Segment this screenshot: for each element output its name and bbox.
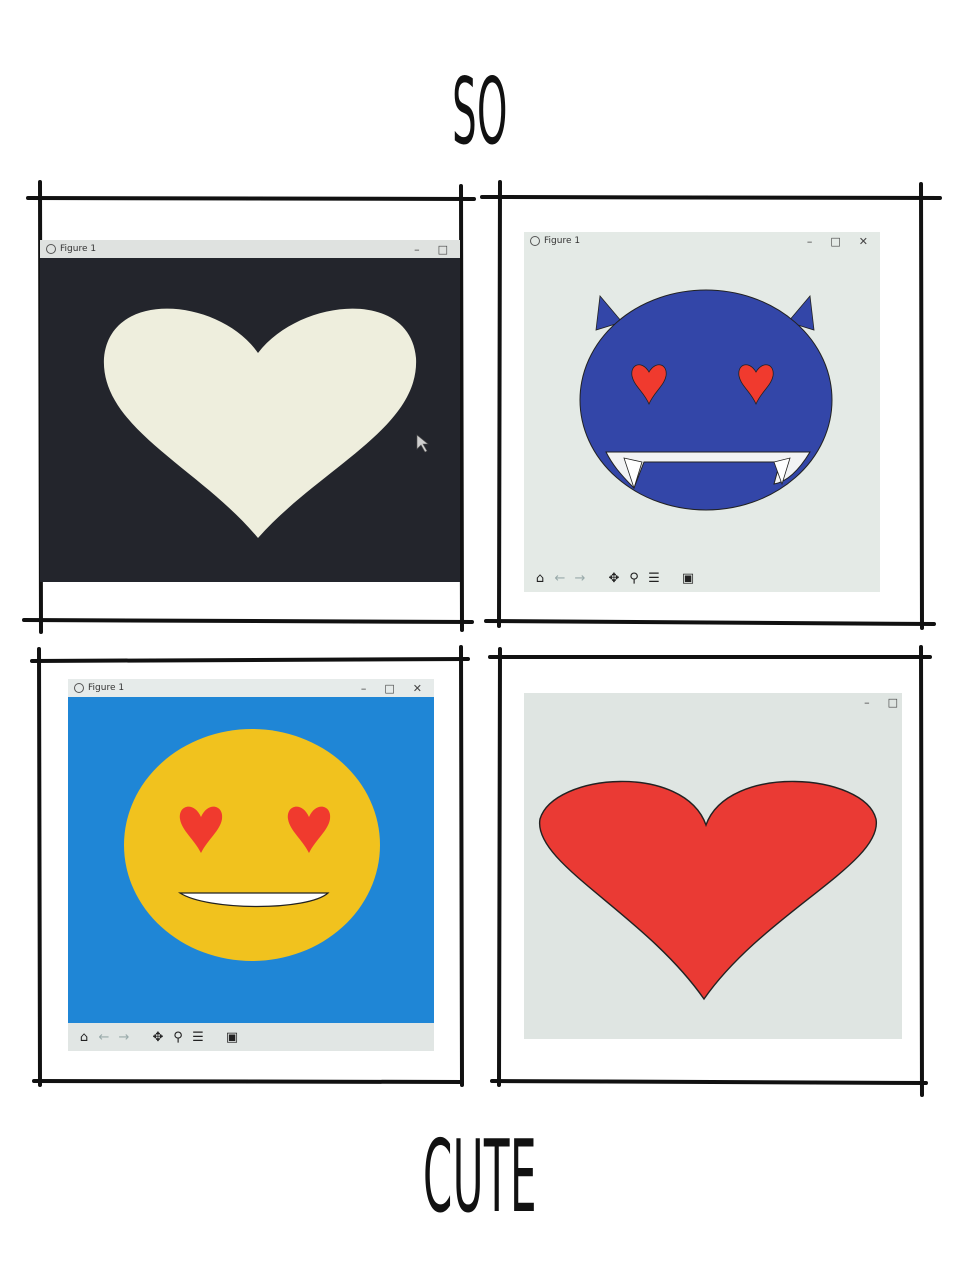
heart-eyes-emoji-drawing bbox=[124, 729, 380, 961]
window-titlebar: Figure 1 – □ bbox=[40, 240, 460, 258]
devil-face bbox=[579, 289, 833, 511]
window-titlebar: Figure 1 – □ ✕ bbox=[524, 232, 880, 250]
red-heart-shape bbox=[539, 780, 877, 1001]
figure-toolbar: ⌂ ← → ✥ ⚲ ☰ ▣ bbox=[524, 564, 880, 592]
headline-bottom: CUTE bbox=[423, 1118, 537, 1235]
window-titlebar: Figure 1 – □ ✕ bbox=[68, 679, 434, 697]
zoom-icon[interactable]: ⚲ bbox=[170, 1029, 186, 1045]
minimize-button[interactable]: – bbox=[807, 235, 813, 248]
close-button[interactable]: ✕ bbox=[413, 682, 422, 695]
maximize-button[interactable]: □ bbox=[830, 235, 840, 248]
home-icon[interactable]: ⌂ bbox=[532, 570, 548, 586]
white-heart-drawing bbox=[103, 308, 429, 538]
photo-frame-heart-eyes-emoji: Figure 1 – □ ✕ ⌂ ← → ✥ ⚲ ☰ ▣ bbox=[22, 645, 502, 1115]
maximize-button[interactable]: □ bbox=[438, 243, 448, 256]
configure-icon[interactable]: ☰ bbox=[190, 1029, 206, 1045]
zoom-icon[interactable]: ⚲ bbox=[626, 570, 642, 586]
figure-toolbar: ⌂ ← → ✥ ⚲ ☰ ▣ bbox=[68, 1023, 434, 1051]
minimize-button[interactable]: – bbox=[361, 682, 367, 695]
yellow-face bbox=[124, 729, 380, 961]
forward-arrow-icon[interactable]: → bbox=[572, 570, 588, 586]
screen-photo-devil-emoji: Figure 1 – □ ✕ ⌂ ← → ✥ ⚲ ☰ ▣ bbox=[524, 232, 880, 592]
mouse-cursor-icon bbox=[416, 434, 429, 453]
window-title: Figure 1 bbox=[60, 244, 97, 254]
close-button[interactable]: ✕ bbox=[859, 235, 868, 248]
photo-frame-red-heart: – □ bbox=[478, 645, 958, 1115]
devil-emoji-drawing bbox=[579, 289, 833, 511]
maximize-button[interactable]: □ bbox=[384, 682, 394, 695]
minimize-button[interactable]: – bbox=[414, 243, 420, 256]
save-icon[interactable]: ▣ bbox=[680, 570, 696, 586]
matplotlib-logo-icon bbox=[46, 244, 56, 254]
forward-arrow-icon[interactable]: → bbox=[116, 1029, 132, 1045]
pan-icon[interactable]: ✥ bbox=[606, 570, 622, 586]
red-heart-drawing bbox=[539, 780, 877, 1001]
home-icon[interactable]: ⌂ bbox=[76, 1029, 92, 1045]
screen-photo-heart-eyes-emoji: Figure 1 – □ ✕ ⌂ ← → ✥ ⚲ ☰ ▣ bbox=[68, 679, 434, 1051]
photo-frame-devil-emoji: Figure 1 – □ ✕ ⌂ ← → ✥ ⚲ ☰ ▣ bbox=[478, 180, 958, 650]
pan-icon[interactable]: ✥ bbox=[150, 1029, 166, 1045]
white-heart-shape bbox=[103, 308, 417, 538]
matplotlib-logo-icon bbox=[74, 683, 84, 693]
photo-frame-white-heart: Figure 1 – □ bbox=[22, 180, 502, 650]
screen-photo-red-heart: – □ bbox=[524, 693, 902, 1039]
headline-top: SO bbox=[452, 58, 508, 165]
screen-photo-white-heart: Figure 1 – □ bbox=[40, 240, 460, 582]
window-title: Figure 1 bbox=[544, 236, 581, 246]
save-icon[interactable]: ▣ bbox=[224, 1029, 240, 1045]
configure-icon[interactable]: ☰ bbox=[646, 570, 662, 586]
matplotlib-logo-icon bbox=[530, 236, 540, 246]
back-arrow-icon[interactable]: ← bbox=[96, 1029, 112, 1045]
window-title: Figure 1 bbox=[88, 683, 125, 693]
back-arrow-icon[interactable]: ← bbox=[552, 570, 568, 586]
